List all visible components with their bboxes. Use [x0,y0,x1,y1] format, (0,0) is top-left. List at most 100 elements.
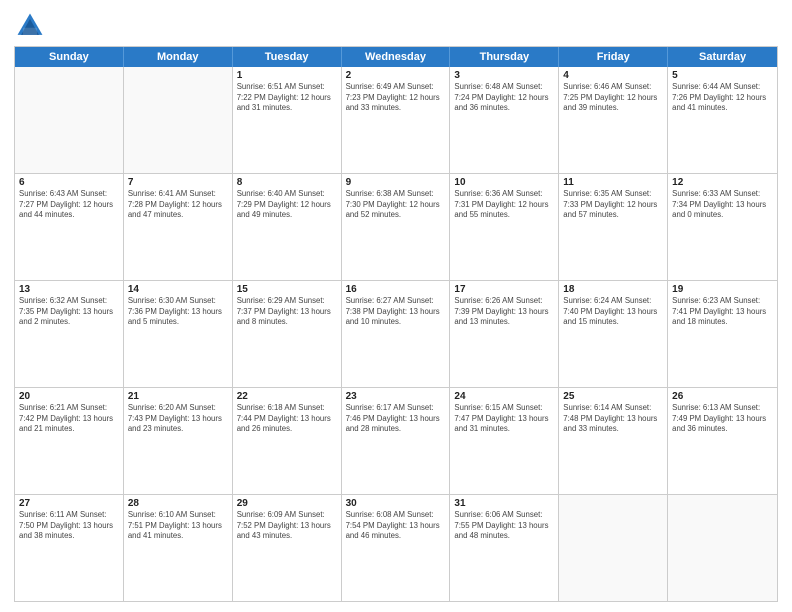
calendar: SundayMondayTuesdayWednesdayThursdayFrid… [14,46,778,602]
header-saturday: Saturday [668,47,777,67]
day-cell-25: 25Sunrise: 6:14 AM Sunset: 7:48 PM Dayli… [559,388,668,494]
day-cell-30: 30Sunrise: 6:08 AM Sunset: 7:54 PM Dayli… [342,495,451,601]
day-number-1: 1 [237,70,337,81]
day-number-4: 4 [563,70,663,81]
day-cell-16: 16Sunrise: 6:27 AM Sunset: 7:38 PM Dayli… [342,281,451,387]
day-info-20: Sunrise: 6:21 AM Sunset: 7:42 PM Dayligh… [19,403,119,435]
calendar-row-3: 13Sunrise: 6:32 AM Sunset: 7:35 PM Dayli… [15,281,777,388]
calendar-row-1: 1Sunrise: 6:51 AM Sunset: 7:22 PM Daylig… [15,67,777,174]
day-cell-2: 2Sunrise: 6:49 AM Sunset: 7:23 PM Daylig… [342,67,451,173]
day-number-9: 9 [346,177,446,188]
calendar-row-2: 6Sunrise: 6:43 AM Sunset: 7:27 PM Daylig… [15,174,777,281]
day-cell-26: 26Sunrise: 6:13 AM Sunset: 7:49 PM Dayli… [668,388,777,494]
day-number-30: 30 [346,498,446,509]
day-cell-12: 12Sunrise: 6:33 AM Sunset: 7:34 PM Dayli… [668,174,777,280]
day-cell-19: 19Sunrise: 6:23 AM Sunset: 7:41 PM Dayli… [668,281,777,387]
day-cell-11: 11Sunrise: 6:35 AM Sunset: 7:33 PM Dayli… [559,174,668,280]
day-number-25: 25 [563,391,663,402]
day-number-3: 3 [454,70,554,81]
day-number-28: 28 [128,498,228,509]
header-friday: Friday [559,47,668,67]
day-info-2: Sunrise: 6:49 AM Sunset: 7:23 PM Dayligh… [346,82,446,114]
day-cell-28: 28Sunrise: 6:10 AM Sunset: 7:51 PM Dayli… [124,495,233,601]
day-cell-4: 4Sunrise: 6:46 AM Sunset: 7:25 PM Daylig… [559,67,668,173]
day-cell-6: 6Sunrise: 6:43 AM Sunset: 7:27 PM Daylig… [15,174,124,280]
day-number-11: 11 [563,177,663,188]
day-number-18: 18 [563,284,663,295]
day-number-31: 31 [454,498,554,509]
day-info-3: Sunrise: 6:48 AM Sunset: 7:24 PM Dayligh… [454,82,554,114]
day-info-19: Sunrise: 6:23 AM Sunset: 7:41 PM Dayligh… [672,296,773,328]
day-info-6: Sunrise: 6:43 AM Sunset: 7:27 PM Dayligh… [19,189,119,221]
day-info-26: Sunrise: 6:13 AM Sunset: 7:49 PM Dayligh… [672,403,773,435]
day-info-31: Sunrise: 6:06 AM Sunset: 7:55 PM Dayligh… [454,510,554,542]
empty-cell-r0-c0 [15,67,124,173]
day-info-4: Sunrise: 6:46 AM Sunset: 7:25 PM Dayligh… [563,82,663,114]
day-info-30: Sunrise: 6:08 AM Sunset: 7:54 PM Dayligh… [346,510,446,542]
day-info-17: Sunrise: 6:26 AM Sunset: 7:39 PM Dayligh… [454,296,554,328]
day-cell-15: 15Sunrise: 6:29 AM Sunset: 7:37 PM Dayli… [233,281,342,387]
day-info-14: Sunrise: 6:30 AM Sunset: 7:36 PM Dayligh… [128,296,228,328]
day-info-28: Sunrise: 6:10 AM Sunset: 7:51 PM Dayligh… [128,510,228,542]
header-thursday: Thursday [450,47,559,67]
day-cell-29: 29Sunrise: 6:09 AM Sunset: 7:52 PM Dayli… [233,495,342,601]
day-number-21: 21 [128,391,228,402]
day-number-12: 12 [672,177,773,188]
day-cell-20: 20Sunrise: 6:21 AM Sunset: 7:42 PM Dayli… [15,388,124,494]
day-number-5: 5 [672,70,773,81]
empty-cell-r4-c6 [668,495,777,601]
day-cell-27: 27Sunrise: 6:11 AM Sunset: 7:50 PM Dayli… [15,495,124,601]
header-monday: Monday [124,47,233,67]
day-info-9: Sunrise: 6:38 AM Sunset: 7:30 PM Dayligh… [346,189,446,221]
day-number-27: 27 [19,498,119,509]
calendar-row-4: 20Sunrise: 6:21 AM Sunset: 7:42 PM Dayli… [15,388,777,495]
day-info-1: Sunrise: 6:51 AM Sunset: 7:22 PM Dayligh… [237,82,337,114]
day-cell-24: 24Sunrise: 6:15 AM Sunset: 7:47 PM Dayli… [450,388,559,494]
day-info-21: Sunrise: 6:20 AM Sunset: 7:43 PM Dayligh… [128,403,228,435]
day-number-14: 14 [128,284,228,295]
day-info-27: Sunrise: 6:11 AM Sunset: 7:50 PM Dayligh… [19,510,119,542]
day-cell-9: 9Sunrise: 6:38 AM Sunset: 7:30 PM Daylig… [342,174,451,280]
day-info-16: Sunrise: 6:27 AM Sunset: 7:38 PM Dayligh… [346,296,446,328]
logo-icon [14,10,46,42]
day-number-26: 26 [672,391,773,402]
day-number-6: 6 [19,177,119,188]
header [14,10,778,42]
day-number-23: 23 [346,391,446,402]
day-number-20: 20 [19,391,119,402]
day-cell-17: 17Sunrise: 6:26 AM Sunset: 7:39 PM Dayli… [450,281,559,387]
header-sunday: Sunday [15,47,124,67]
day-info-15: Sunrise: 6:29 AM Sunset: 7:37 PM Dayligh… [237,296,337,328]
day-number-10: 10 [454,177,554,188]
calendar-body: 1Sunrise: 6:51 AM Sunset: 7:22 PM Daylig… [15,67,777,601]
day-cell-21: 21Sunrise: 6:20 AM Sunset: 7:43 PM Dayli… [124,388,233,494]
day-cell-31: 31Sunrise: 6:06 AM Sunset: 7:55 PM Dayli… [450,495,559,601]
day-info-7: Sunrise: 6:41 AM Sunset: 7:28 PM Dayligh… [128,189,228,221]
day-info-25: Sunrise: 6:14 AM Sunset: 7:48 PM Dayligh… [563,403,663,435]
calendar-row-5: 27Sunrise: 6:11 AM Sunset: 7:50 PM Dayli… [15,495,777,601]
day-number-8: 8 [237,177,337,188]
day-number-16: 16 [346,284,446,295]
calendar-header: SundayMondayTuesdayWednesdayThursdayFrid… [15,47,777,67]
day-number-29: 29 [237,498,337,509]
empty-cell-r0-c1 [124,67,233,173]
day-info-5: Sunrise: 6:44 AM Sunset: 7:26 PM Dayligh… [672,82,773,114]
day-cell-7: 7Sunrise: 6:41 AM Sunset: 7:28 PM Daylig… [124,174,233,280]
day-info-18: Sunrise: 6:24 AM Sunset: 7:40 PM Dayligh… [563,296,663,328]
header-tuesday: Tuesday [233,47,342,67]
day-number-7: 7 [128,177,228,188]
day-cell-13: 13Sunrise: 6:32 AM Sunset: 7:35 PM Dayli… [15,281,124,387]
header-wednesday: Wednesday [342,47,451,67]
logo [14,10,50,42]
day-number-24: 24 [454,391,554,402]
day-number-15: 15 [237,284,337,295]
day-cell-1: 1Sunrise: 6:51 AM Sunset: 7:22 PM Daylig… [233,67,342,173]
day-info-11: Sunrise: 6:35 AM Sunset: 7:33 PM Dayligh… [563,189,663,221]
day-number-19: 19 [672,284,773,295]
day-number-17: 17 [454,284,554,295]
page: SundayMondayTuesdayWednesdayThursdayFrid… [0,0,792,612]
day-cell-14: 14Sunrise: 6:30 AM Sunset: 7:36 PM Dayli… [124,281,233,387]
day-number-13: 13 [19,284,119,295]
day-info-24: Sunrise: 6:15 AM Sunset: 7:47 PM Dayligh… [454,403,554,435]
day-info-10: Sunrise: 6:36 AM Sunset: 7:31 PM Dayligh… [454,189,554,221]
